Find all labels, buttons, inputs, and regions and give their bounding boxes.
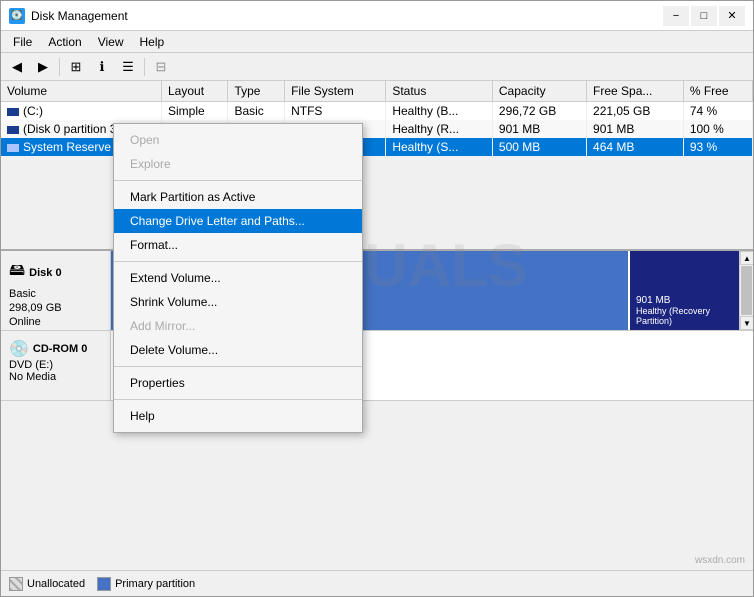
col-volume[interactable]: Volume — [1, 81, 162, 102]
col-layout[interactable]: Layout — [162, 81, 228, 102]
cell-capacity: 901 MB — [492, 120, 586, 138]
cell-status: Healthy (R... — [386, 120, 493, 138]
ctx-mirror[interactable]: Add Mirror... — [114, 314, 362, 338]
toolbar-separator-2 — [144, 58, 145, 76]
cdrom-title: CD-ROM 0 — [33, 343, 87, 355]
volume-icon — [7, 126, 19, 134]
ctx-format[interactable]: Format... — [114, 233, 362, 257]
disk-0-status: Online — [9, 316, 102, 328]
toolbar-extra[interactable]: ⊟ — [149, 56, 173, 78]
menu-file[interactable]: File — [5, 33, 40, 51]
cell-status: Healthy (B... — [386, 102, 493, 121]
ctx-mark-active[interactable]: Mark Partition as Active — [114, 185, 362, 209]
menu-view[interactable]: View — [90, 33, 132, 51]
context-menu-overlay: Open Explore Mark Partition as Active Ch… — [113, 123, 363, 433]
ctx-extend[interactable]: Extend Volume... — [114, 266, 362, 290]
toolbar: ◀ ▶ ⊞ ℹ ☰ ⊟ — [1, 53, 753, 81]
cdrom-icon: 💿 — [9, 339, 29, 359]
ctx-explore[interactable]: Explore — [114, 152, 362, 176]
cell-type: Basic — [228, 102, 285, 121]
title-bar: 💽 Disk Management − □ ✕ — [1, 1, 753, 31]
toolbar-back[interactable]: ◀ — [5, 56, 29, 78]
ctx-properties[interactable]: Properties — [114, 371, 362, 395]
status-bar: Unallocated Primary partition — [1, 570, 753, 596]
cell-free: 901 MB — [587, 120, 684, 138]
disk-scrollbar[interactable]: ▲ ▼ — [739, 251, 753, 330]
cell-free: 464 MB — [587, 138, 684, 156]
cell-layout: Simple — [162, 102, 228, 121]
cell-capacity: 296,72 GB — [492, 102, 586, 121]
ctx-open[interactable]: Open — [114, 128, 362, 152]
disk-0-size: 298,09 GB — [9, 302, 102, 314]
context-menu: Open Explore Mark Partition as Active Ch… — [113, 123, 363, 433]
primary-swatch — [97, 577, 111, 591]
menu-bar: File Action View Help — [1, 31, 753, 53]
window-controls: − □ ✕ — [663, 6, 745, 26]
cell-capacity: 500 MB — [492, 138, 586, 156]
close-button[interactable]: ✕ — [719, 6, 745, 26]
ctx-help[interactable]: Help — [114, 404, 362, 428]
cell-pct: 100 % — [683, 120, 752, 138]
wsxdn-badge: wsxdn.com — [695, 555, 745, 566]
cell-pct: 93 % — [683, 138, 752, 156]
scroll-up[interactable]: ▲ — [740, 251, 753, 265]
primary-label: Primary partition — [115, 578, 195, 590]
col-type[interactable]: Type — [228, 81, 285, 102]
cell-pct: 74 % — [683, 102, 752, 121]
unallocated-swatch — [9, 577, 23, 591]
col-free[interactable]: Free Spa... — [587, 81, 684, 102]
ctx-sep-4 — [114, 399, 362, 400]
minimize-button[interactable]: − — [663, 6, 689, 26]
cell-fs: NTFS — [285, 102, 386, 121]
ctx-delete[interactable]: Delete Volume... — [114, 338, 362, 362]
ctx-shrink[interactable]: Shrink Volume... — [114, 290, 362, 314]
cell-free: 221,05 GB — [587, 102, 684, 121]
toolbar-info[interactable]: ℹ — [90, 56, 114, 78]
col-pct[interactable]: % Free — [683, 81, 752, 102]
scroll-thumb[interactable] — [741, 266, 752, 315]
volume-icon — [7, 108, 19, 116]
window-icon: 💽 — [9, 8, 25, 24]
menu-action[interactable]: Action — [40, 33, 89, 51]
volume-icon — [7, 144, 19, 152]
table-row[interactable]: (C:) Simple Basic NTFS Healthy (B... 296… — [1, 102, 753, 121]
partition-recovery[interactable]: 901 MB Healthy (Recovery Partition) — [630, 251, 745, 330]
ctx-sep-2 — [114, 261, 362, 262]
unallocated-label: Unallocated — [27, 578, 85, 590]
col-status[interactable]: Status — [386, 81, 493, 102]
col-capacity[interactable]: Capacity — [492, 81, 586, 102]
cdrom-label: 💿 CD-ROM 0 DVD (E:) No Media — [1, 331, 111, 400]
disk-0-type: Basic — [9, 288, 102, 300]
disk-0-title: Disk 0 — [29, 267, 61, 279]
toolbar-forward[interactable]: ▶ — [31, 56, 55, 78]
cdrom-type: DVD (E:) — [9, 359, 102, 371]
ctx-sep-1 — [114, 180, 362, 181]
ctx-change-letter[interactable]: Change Drive Letter and Paths... — [114, 209, 362, 233]
cell-volume: (C:) — [1, 102, 162, 121]
legend-unallocated: Unallocated — [9, 577, 85, 591]
disk-0-label: 🖴 Disk 0 Basic 298,09 GB Online — [1, 251, 111, 330]
toolbar-console[interactable]: ⊞ — [64, 56, 88, 78]
menu-help[interactable]: Help — [132, 33, 173, 51]
disk-icon: 🖴 — [9, 259, 25, 286]
scroll-down[interactable]: ▼ — [740, 316, 753, 330]
legend-primary: Primary partition — [97, 577, 195, 591]
cdrom-status: No Media — [9, 371, 102, 383]
col-fs[interactable]: File System — [285, 81, 386, 102]
window-title: Disk Management — [31, 9, 657, 23]
toolbar-separator-1 — [59, 58, 60, 76]
ctx-sep-3 — [114, 366, 362, 367]
cell-status: Healthy (S... — [386, 138, 493, 156]
toolbar-list[interactable]: ☰ — [116, 56, 140, 78]
maximize-button[interactable]: □ — [691, 6, 717, 26]
